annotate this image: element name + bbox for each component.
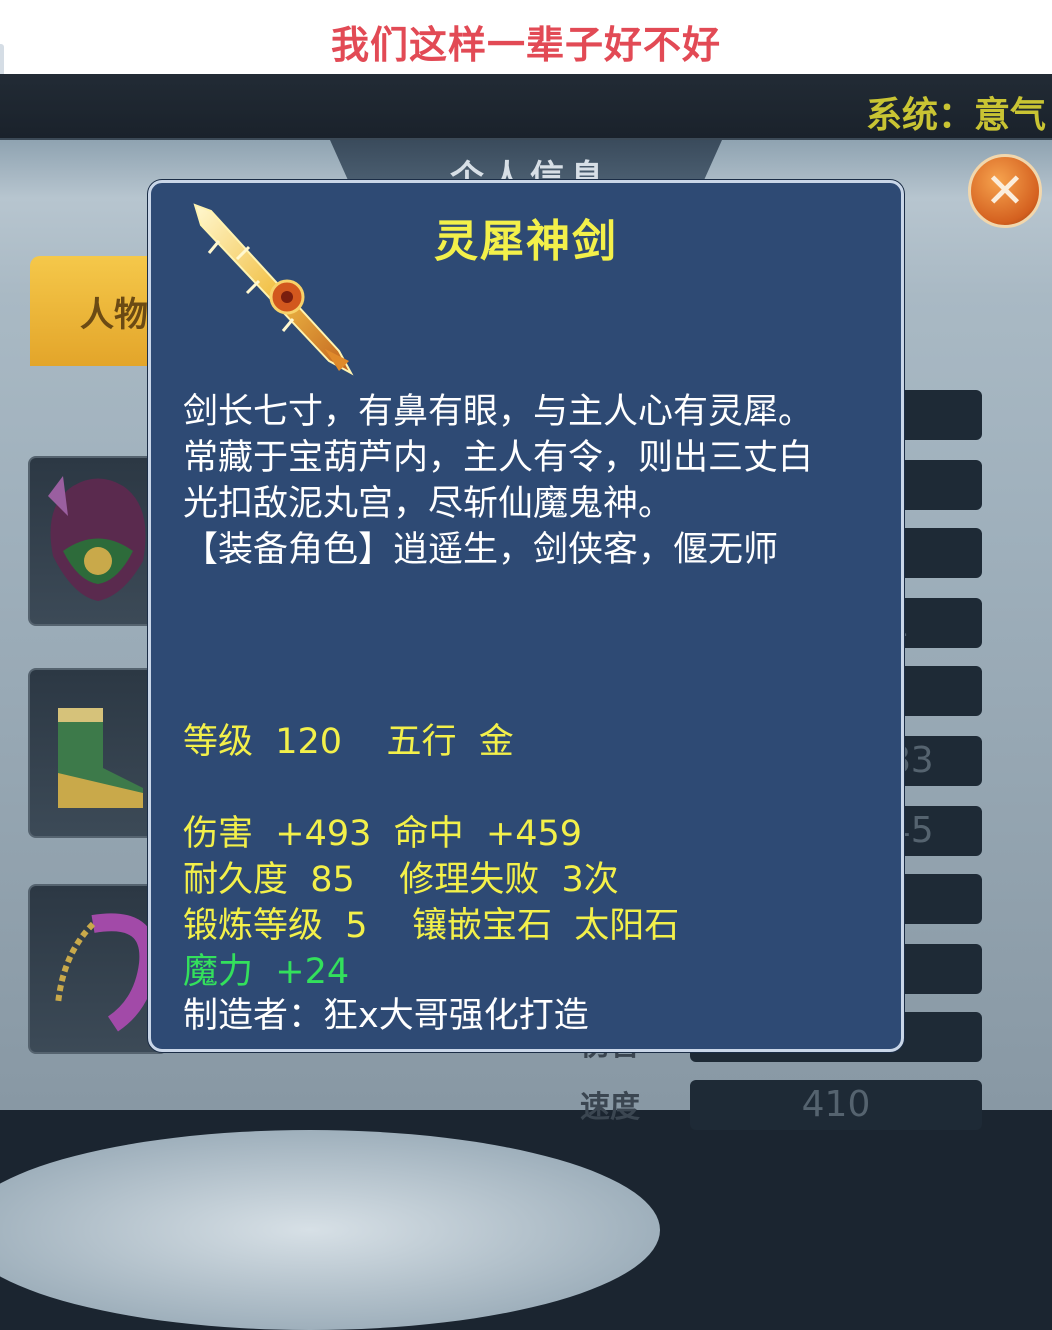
character-pedestal (0, 1130, 660, 1330)
stat-label: 速度 (580, 1090, 640, 1125)
close-button[interactable]: ✕ (968, 154, 1042, 228)
item-tooltip: 灵犀神剑 剑长七寸，有鼻有眼，与主人心有灵犀。常藏于宝葫芦内，主人有令，则出三丈… (148, 180, 904, 1052)
helmet-icon (48, 476, 146, 601)
equip-slot-helmet[interactable] (28, 456, 168, 626)
system-message: 系统：意气 (866, 95, 1047, 136)
stat-value: 410 (690, 1080, 982, 1130)
equip-slot-boots[interactable] (28, 668, 168, 838)
caption-text: 我们这样一辈子好不好 (330, 23, 721, 67)
attack-accuracy-line: 伤害 +493 命中 +459 (183, 814, 583, 854)
item-description: 剑长七寸，有鼻有眼，与主人心有灵犀。常藏于宝葫芦内，主人有令，则出三丈白光扣敌泥… (183, 389, 843, 573)
equip-roles: 【装备角色】逍遥生，剑侠客，偃无师 (183, 530, 779, 570)
accessory-icon (55, 913, 158, 1032)
caption-bar: 我们这样一辈子好不好 (0, 0, 1052, 74)
tab-label: 人物 (80, 294, 148, 335)
maker-line: 制造者：狂x大哥强化打造 (183, 996, 589, 1036)
close-icon: ✕ (984, 163, 1026, 219)
forge-gem-line: 锻炼等级 5 镶嵌宝石 太阳石 (183, 906, 680, 946)
system-chat-bar: 系统：意气 (0, 74, 1052, 140)
description-text: 剑长七寸，有鼻有眼，与主人心有灵犀。常藏于宝葫芦内，主人有令，则出三丈白光扣敌泥… (183, 392, 814, 524)
level-element-line: 等级 120 五行 金 (183, 722, 514, 762)
equip-slot-accessory[interactable] (28, 884, 168, 1054)
item-name: 灵犀神剑 (434, 216, 618, 267)
durability-line: 耐久度 85 修理失败 3次 (183, 860, 619, 900)
boots-icon (58, 708, 143, 808)
